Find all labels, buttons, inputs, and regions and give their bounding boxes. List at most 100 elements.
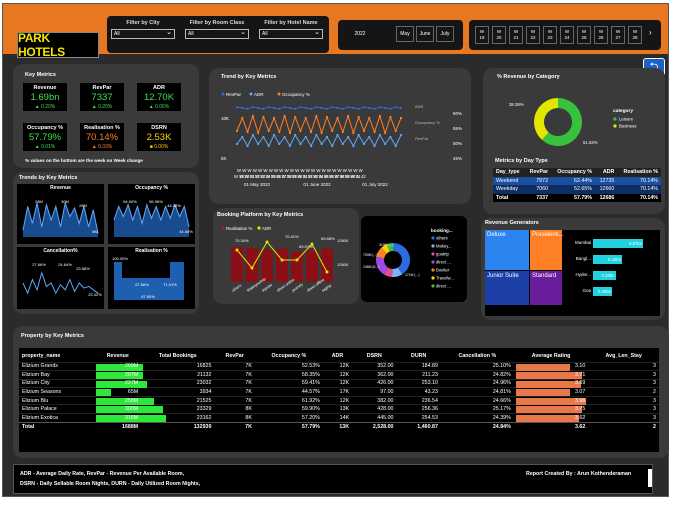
- point: [331, 144, 334, 148]
- point: [389, 115, 392, 119]
- kpi-change: ▲ 0.06%: [148, 104, 170, 110]
- header-cell[interactable]: ADR: [323, 351, 352, 362]
- cell: 426.00: [352, 379, 396, 388]
- week-button-20[interactable]: W 20: [492, 26, 506, 44]
- tile-presidential[interactable]: Presidenti...: [530, 230, 564, 270]
- cell-value: 7K: [245, 363, 252, 370]
- date-slicer: 2022 May June July: [338, 20, 463, 50]
- cell: 44.57%: [255, 388, 323, 397]
- month-button-june[interactable]: June: [416, 26, 434, 42]
- cell-value: 12K: [339, 363, 350, 370]
- week-button-25[interactable]: W 25: [577, 26, 591, 44]
- hotel-name-filter[interactable]: Filter by Hotel Name All: [259, 20, 323, 39]
- cancellation-mini-chart: Cancellation% 27.66% 24.64% 23.58% 23.42%: [17, 247, 104, 309]
- rating-bar: [515, 363, 571, 371]
- header-cell[interactable]: Total Bookings: [141, 351, 214, 362]
- cell-value: 23162: [196, 414, 212, 421]
- table-row[interactable]: Elizium Palace 300M 23329 8K 59.90% 13K 428.00…: [19, 404, 659, 414]
- x-tick-prefix: W: [311, 168, 316, 173]
- table-row[interactable]: Elizium Bay 207M 21132 7K 58.35% 12K 362.00 211…: [19, 370, 659, 380]
- week-button-19[interactable]: W 19: [475, 26, 489, 44]
- cell: 52.53%: [255, 362, 323, 371]
- week-number: 28: [632, 35, 638, 40]
- cell: 23162: [141, 414, 214, 423]
- cell-value: 13K: [339, 406, 350, 413]
- x-tick-prefix: W: [327, 168, 332, 173]
- month-button-may[interactable]: May: [396, 26, 414, 42]
- category-pie-chart: 61.62% 38.38% category Leisure Business: [509, 98, 636, 146]
- cell-value: 57.20%: [301, 414, 320, 421]
- table-row[interactable]: Elizium Blu 258M 21525 7K 61.92% 12K 382.00 236…: [19, 396, 659, 405]
- table-row[interactable]: Elizium Exotica 316M 23162 8K 57.20% 14K 445.0…: [19, 413, 659, 423]
- table-row[interactable]: Elizium City 227M 23032 7K 59.41% 12K 426.00 25…: [19, 379, 659, 388]
- week-button-28[interactable]: W 28: [628, 26, 642, 44]
- point: [320, 106, 323, 110]
- header-cell[interactable]: RevPar: [214, 351, 254, 362]
- cell: 3: [588, 405, 659, 414]
- hotel-name-filter-dropdown[interactable]: All: [259, 28, 323, 39]
- kpi-card-revenue: Revenue 1.69bn ▲ 0.20%: [23, 83, 67, 111]
- category-label: logtrip: [321, 284, 332, 293]
- cell: 23329: [141, 405, 214, 414]
- header-cell[interactable]: Revenue: [94, 351, 141, 362]
- table-row[interactable]: Elizium Seasons 65M 3934 7K 44.57% 17K 97.00 43…: [19, 387, 659, 397]
- week-button-24[interactable]: W 24: [560, 26, 574, 44]
- city-filter[interactable]: Filter by City All: [111, 20, 175, 39]
- booking-data-label: 69.88%: [321, 236, 335, 241]
- total-cell: 2: [653, 423, 656, 430]
- donut-data-label: 171M (...): [405, 273, 420, 277]
- mini-data-label: 28M: [79, 203, 87, 208]
- wow-note: % values on the bottom are the week on W…: [25, 158, 143, 163]
- cell-value: 24.81%: [492, 389, 511, 396]
- adr-point: [325, 270, 329, 274]
- month-button-july[interactable]: July: [436, 26, 454, 42]
- donut-legend-label: direct ...: [436, 284, 451, 289]
- room-class-filter[interactable]: Filter by Room Class All: [185, 20, 249, 39]
- point: [368, 135, 371, 139]
- week-button-21[interactable]: W 21: [509, 26, 523, 44]
- header-cell[interactable]: Cancellation %: [441, 351, 514, 362]
- point: [278, 130, 281, 134]
- metrics-day-title: Metrics by Day Type: [495, 158, 548, 164]
- table-row[interactable]: Elizium Grands 209M 16825 7K 52.53% 12K 352.00…: [19, 362, 659, 371]
- cell: Elizium Palace: [19, 405, 94, 414]
- tile-junior-suite[interactable]: Junior Suite: [485, 271, 529, 305]
- point: [288, 131, 292, 135]
- week-button-27[interactable]: W 27: [611, 26, 625, 44]
- header-cell[interactable]: Avg_Len_Stay: [588, 351, 659, 362]
- point: [336, 106, 339, 110]
- cell-value: Elizium Seasons: [22, 389, 62, 396]
- city-filter-dropdown[interactable]: All: [111, 28, 175, 39]
- trend-line-chart: RevPar ADR Occupancy % 10K 5K 60% 55% 50% 45% ADR…: [221, 92, 462, 187]
- cell-value: Elizium Palace: [22, 406, 57, 413]
- tile-deluxe[interactable]: Deluxe: [485, 230, 529, 270]
- week-button-22[interactable]: W 22: [526, 26, 540, 44]
- header-cell[interactable]: property_name: [19, 351, 94, 362]
- booking-bar: [231, 247, 243, 282]
- day-table-row[interactable]: Total 7337 57.79% 12686 70.14%: [493, 194, 661, 203]
- cancellation-mini-title: Cancellation%: [43, 248, 78, 254]
- booking-bar: [246, 247, 258, 282]
- chevron-right-icon[interactable]: ›: [649, 28, 652, 37]
- tile-standard[interactable]: Standard: [530, 271, 562, 305]
- header-cell[interactable]: Occupancy %: [255, 351, 323, 362]
- week-button-23[interactable]: W 23: [543, 26, 557, 44]
- day-table-row[interactable]: Weekend 7972 62.44% 12735 70.14%: [493, 176, 661, 186]
- donut-legend-label: others: [436, 236, 448, 241]
- hotel-name-filter-label: Filter by Hotel Name: [264, 20, 318, 26]
- header-cell[interactable]: DURN: [396, 351, 440, 362]
- booking-data-label: 69.97%: [299, 244, 313, 249]
- city-filter-label: Filter by City: [126, 20, 160, 26]
- room-class-filter-dropdown[interactable]: All: [185, 28, 249, 39]
- header-cell[interactable]: Average Rating: [514, 351, 589, 362]
- cell-value: 362.00: [377, 371, 394, 378]
- week-number: 20: [496, 35, 502, 40]
- year-button[interactable]: 2022: [344, 26, 376, 42]
- key-metrics-panel: Key Metrics % values on the bottom are t…: [13, 64, 199, 168]
- header-cell[interactable]: DSRN: [352, 351, 396, 362]
- week-button-26[interactable]: W 26: [594, 26, 608, 44]
- cell: 21132: [141, 371, 214, 380]
- point: [378, 114, 381, 118]
- day-table-row[interactable]: Weekday 7060 52.65% 12660 70.14%: [493, 185, 661, 194]
- dashboard-frame: PARK HOTELS Filter by City All Filter by …: [2, 3, 669, 497]
